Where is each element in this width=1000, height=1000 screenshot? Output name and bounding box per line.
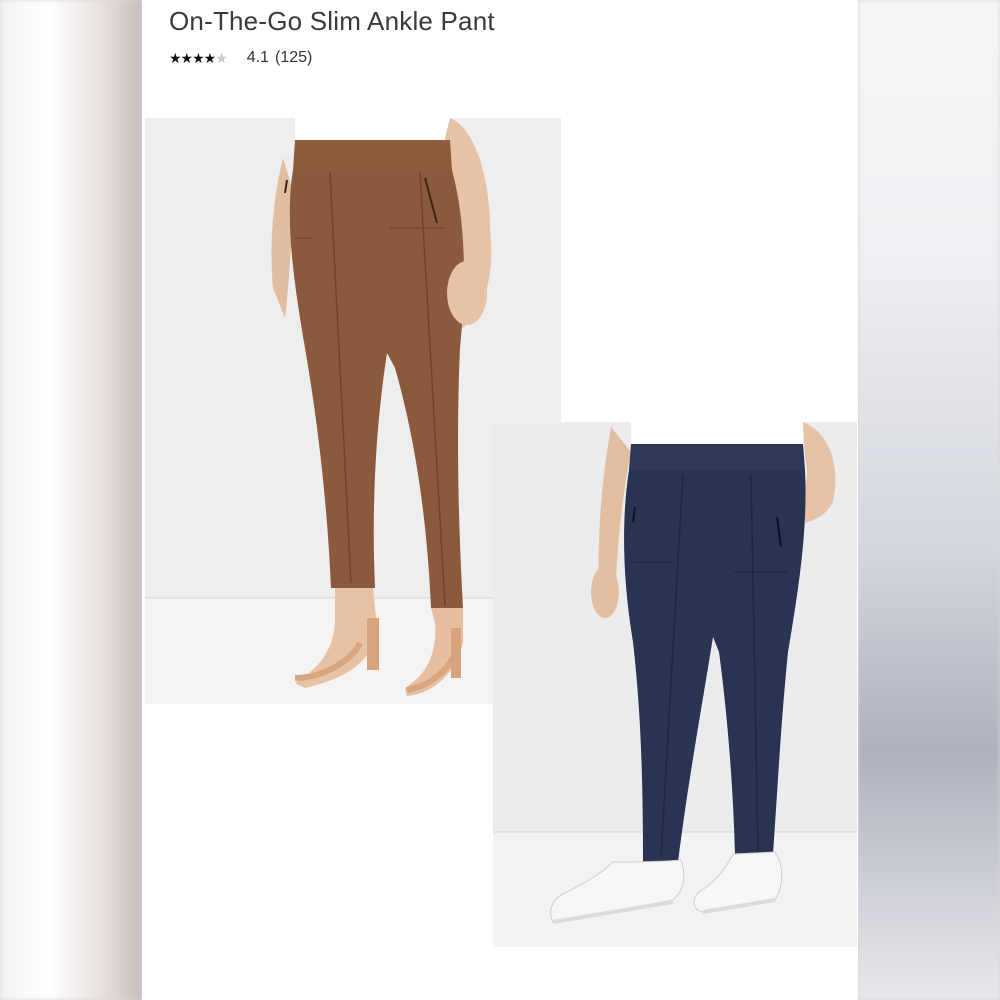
rating-value: 4.1 <box>246 49 270 66</box>
blurred-background-right <box>858 0 1000 1000</box>
rating-summary[interactable]: ★★★★★ 4.1 (125) <box>169 47 312 69</box>
product-title: On-The-Go Slim Ankle Pant <box>169 6 495 36</box>
star-rating-icon: ★★★★★ <box>169 50 228 66</box>
blurred-background-left <box>0 0 142 1000</box>
navy-pants-illustration <box>493 422 857 947</box>
product-image-navy[interactable] <box>493 422 857 947</box>
product-page: On-The-Go Slim Ankle Pant ★★★★★ 4.1 (125… <box>142 0 858 1000</box>
review-count[interactable]: (125) <box>275 49 312 67</box>
